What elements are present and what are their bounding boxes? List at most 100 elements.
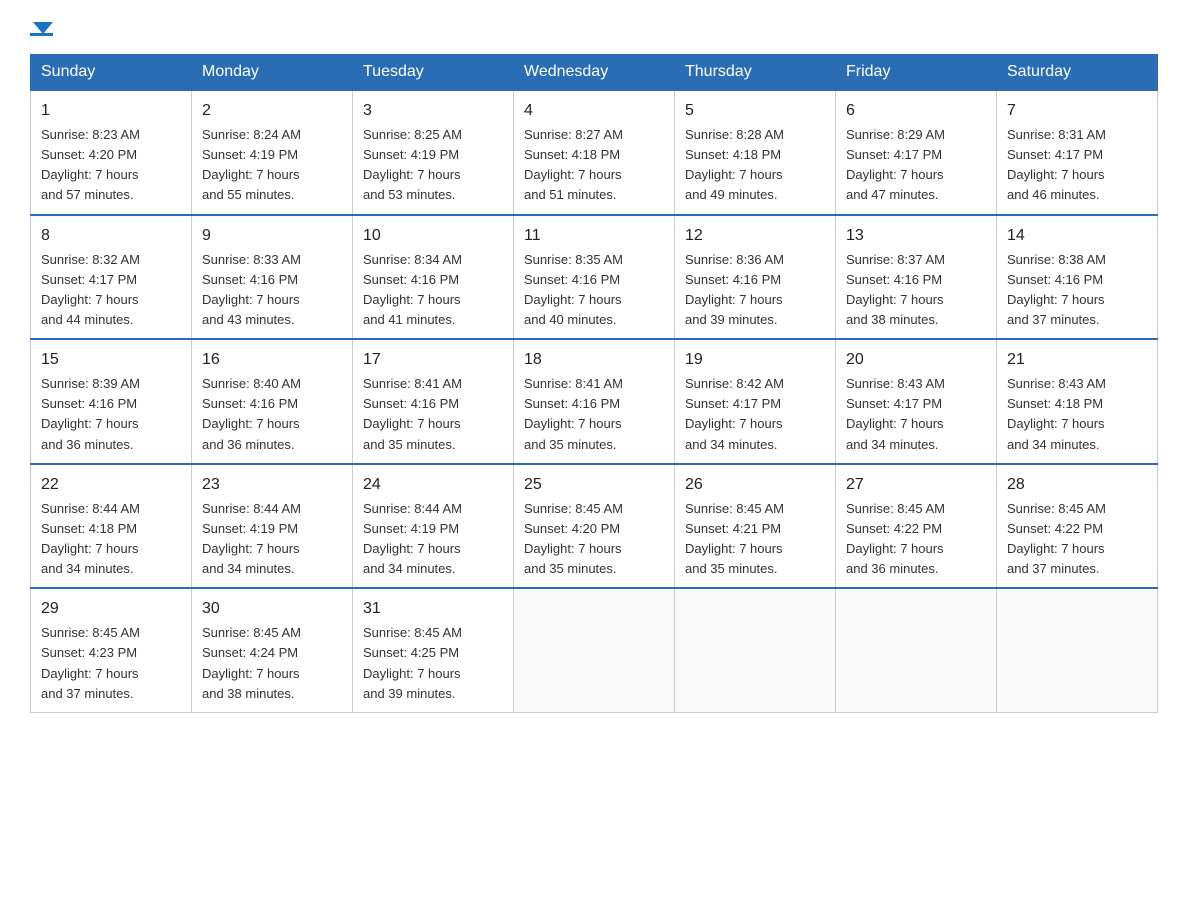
- day-number: 22: [41, 473, 181, 497]
- day-info: Sunrise: 8:39 AMSunset: 4:16 PMDaylight:…: [41, 374, 181, 455]
- calendar-cell: 1Sunrise: 8:23 AMSunset: 4:20 PMDaylight…: [31, 90, 192, 215]
- week-row-1: 1Sunrise: 8:23 AMSunset: 4:20 PMDaylight…: [31, 90, 1158, 215]
- calendar-cell: 26Sunrise: 8:45 AMSunset: 4:21 PMDayligh…: [675, 464, 836, 589]
- day-number: 28: [1007, 473, 1147, 497]
- calendar-cell: 9Sunrise: 8:33 AMSunset: 4:16 PMDaylight…: [192, 215, 353, 340]
- calendar-cell: 20Sunrise: 8:43 AMSunset: 4:17 PMDayligh…: [836, 339, 997, 464]
- day-number: 24: [363, 473, 503, 497]
- day-info: Sunrise: 8:28 AMSunset: 4:18 PMDaylight:…: [685, 125, 825, 206]
- day-number: 19: [685, 348, 825, 372]
- calendar-cell: 14Sunrise: 8:38 AMSunset: 4:16 PMDayligh…: [997, 215, 1158, 340]
- day-number: 15: [41, 348, 181, 372]
- calendar-cell: 4Sunrise: 8:27 AMSunset: 4:18 PMDaylight…: [514, 90, 675, 215]
- day-number: 2: [202, 99, 342, 123]
- day-info: Sunrise: 8:43 AMSunset: 4:17 PMDaylight:…: [846, 374, 986, 455]
- day-number: 17: [363, 348, 503, 372]
- day-info: Sunrise: 8:45 AMSunset: 4:21 PMDaylight:…: [685, 499, 825, 580]
- page-header: [30, 20, 1158, 36]
- day-number: 31: [363, 597, 503, 621]
- header-day-sunday: Sunday: [31, 55, 192, 91]
- day-info: Sunrise: 8:41 AMSunset: 4:16 PMDaylight:…: [524, 374, 664, 455]
- calendar-body: 1Sunrise: 8:23 AMSunset: 4:20 PMDaylight…: [31, 90, 1158, 712]
- day-info: Sunrise: 8:23 AMSunset: 4:20 PMDaylight:…: [41, 125, 181, 206]
- day-info: Sunrise: 8:45 AMSunset: 4:23 PMDaylight:…: [41, 623, 181, 704]
- day-info: Sunrise: 8:45 AMSunset: 4:22 PMDaylight:…: [846, 499, 986, 580]
- day-number: 3: [363, 99, 503, 123]
- calendar-cell: 28Sunrise: 8:45 AMSunset: 4:22 PMDayligh…: [997, 464, 1158, 589]
- day-info: Sunrise: 8:34 AMSunset: 4:16 PMDaylight:…: [363, 250, 503, 331]
- day-number: 8: [41, 224, 181, 248]
- day-number: 9: [202, 224, 342, 248]
- day-number: 29: [41, 597, 181, 621]
- day-info: Sunrise: 8:43 AMSunset: 4:18 PMDaylight:…: [1007, 374, 1147, 455]
- calendar-table: SundayMondayTuesdayWednesdayThursdayFrid…: [30, 54, 1158, 713]
- calendar-cell: 19Sunrise: 8:42 AMSunset: 4:17 PMDayligh…: [675, 339, 836, 464]
- calendar-cell: 31Sunrise: 8:45 AMSunset: 4:25 PMDayligh…: [353, 588, 514, 712]
- day-info: Sunrise: 8:45 AMSunset: 4:20 PMDaylight:…: [524, 499, 664, 580]
- calendar-cell: 13Sunrise: 8:37 AMSunset: 4:16 PMDayligh…: [836, 215, 997, 340]
- calendar-cell: 7Sunrise: 8:31 AMSunset: 4:17 PMDaylight…: [997, 90, 1158, 215]
- logo: [30, 20, 53, 32]
- week-row-4: 22Sunrise: 8:44 AMSunset: 4:18 PMDayligh…: [31, 464, 1158, 589]
- day-info: Sunrise: 8:45 AMSunset: 4:25 PMDaylight:…: [363, 623, 503, 704]
- day-info: Sunrise: 8:29 AMSunset: 4:17 PMDaylight:…: [846, 125, 986, 206]
- day-info: Sunrise: 8:32 AMSunset: 4:17 PMDaylight:…: [41, 250, 181, 331]
- calendar-cell: 29Sunrise: 8:45 AMSunset: 4:23 PMDayligh…: [31, 588, 192, 712]
- calendar-cell: 2Sunrise: 8:24 AMSunset: 4:19 PMDaylight…: [192, 90, 353, 215]
- calendar-cell: [675, 588, 836, 712]
- day-info: Sunrise: 8:38 AMSunset: 4:16 PMDaylight:…: [1007, 250, 1147, 331]
- calendar-cell: [997, 588, 1158, 712]
- day-info: Sunrise: 8:35 AMSunset: 4:16 PMDaylight:…: [524, 250, 664, 331]
- day-info: Sunrise: 8:36 AMSunset: 4:16 PMDaylight:…: [685, 250, 825, 331]
- day-number: 13: [846, 224, 986, 248]
- logo-arrow-icon: [33, 22, 53, 34]
- day-info: Sunrise: 8:45 AMSunset: 4:24 PMDaylight:…: [202, 623, 342, 704]
- day-number: 26: [685, 473, 825, 497]
- calendar-cell: 12Sunrise: 8:36 AMSunset: 4:16 PMDayligh…: [675, 215, 836, 340]
- calendar-cell: 16Sunrise: 8:40 AMSunset: 4:16 PMDayligh…: [192, 339, 353, 464]
- day-number: 27: [846, 473, 986, 497]
- week-row-2: 8Sunrise: 8:32 AMSunset: 4:17 PMDaylight…: [31, 215, 1158, 340]
- day-number: 5: [685, 99, 825, 123]
- calendar-cell: 24Sunrise: 8:44 AMSunset: 4:19 PMDayligh…: [353, 464, 514, 589]
- day-info: Sunrise: 8:44 AMSunset: 4:18 PMDaylight:…: [41, 499, 181, 580]
- day-info: Sunrise: 8:44 AMSunset: 4:19 PMDaylight:…: [202, 499, 342, 580]
- calendar-cell: 5Sunrise: 8:28 AMSunset: 4:18 PMDaylight…: [675, 90, 836, 215]
- day-number: 18: [524, 348, 664, 372]
- day-number: 14: [1007, 224, 1147, 248]
- day-number: 7: [1007, 99, 1147, 123]
- week-row-5: 29Sunrise: 8:45 AMSunset: 4:23 PMDayligh…: [31, 588, 1158, 712]
- header-day-thursday: Thursday: [675, 55, 836, 91]
- header-day-monday: Monday: [192, 55, 353, 91]
- day-number: 20: [846, 348, 986, 372]
- day-number: 4: [524, 99, 664, 123]
- day-number: 11: [524, 224, 664, 248]
- day-info: Sunrise: 8:24 AMSunset: 4:19 PMDaylight:…: [202, 125, 342, 206]
- header-day-friday: Friday: [836, 55, 997, 91]
- calendar-cell: 17Sunrise: 8:41 AMSunset: 4:16 PMDayligh…: [353, 339, 514, 464]
- day-number: 6: [846, 99, 986, 123]
- calendar-cell: 15Sunrise: 8:39 AMSunset: 4:16 PMDayligh…: [31, 339, 192, 464]
- day-info: Sunrise: 8:44 AMSunset: 4:19 PMDaylight:…: [363, 499, 503, 580]
- calendar-cell: 11Sunrise: 8:35 AMSunset: 4:16 PMDayligh…: [514, 215, 675, 340]
- day-info: Sunrise: 8:37 AMSunset: 4:16 PMDaylight:…: [846, 250, 986, 331]
- day-number: 12: [685, 224, 825, 248]
- logo-area: [30, 20, 53, 36]
- day-info: Sunrise: 8:40 AMSunset: 4:16 PMDaylight:…: [202, 374, 342, 455]
- week-row-3: 15Sunrise: 8:39 AMSunset: 4:16 PMDayligh…: [31, 339, 1158, 464]
- calendar-cell: 30Sunrise: 8:45 AMSunset: 4:24 PMDayligh…: [192, 588, 353, 712]
- day-number: 16: [202, 348, 342, 372]
- header-day-saturday: Saturday: [997, 55, 1158, 91]
- calendar-cell: 25Sunrise: 8:45 AMSunset: 4:20 PMDayligh…: [514, 464, 675, 589]
- day-number: 25: [524, 473, 664, 497]
- calendar-cell: [836, 588, 997, 712]
- day-info: Sunrise: 8:42 AMSunset: 4:17 PMDaylight:…: [685, 374, 825, 455]
- calendar-cell: 18Sunrise: 8:41 AMSunset: 4:16 PMDayligh…: [514, 339, 675, 464]
- header-day-tuesday: Tuesday: [353, 55, 514, 91]
- day-info: Sunrise: 8:33 AMSunset: 4:16 PMDaylight:…: [202, 250, 342, 331]
- header-day-wednesday: Wednesday: [514, 55, 675, 91]
- day-info: Sunrise: 8:31 AMSunset: 4:17 PMDaylight:…: [1007, 125, 1147, 206]
- day-number: 21: [1007, 348, 1147, 372]
- calendar-cell: 6Sunrise: 8:29 AMSunset: 4:17 PMDaylight…: [836, 90, 997, 215]
- calendar-cell: 27Sunrise: 8:45 AMSunset: 4:22 PMDayligh…: [836, 464, 997, 589]
